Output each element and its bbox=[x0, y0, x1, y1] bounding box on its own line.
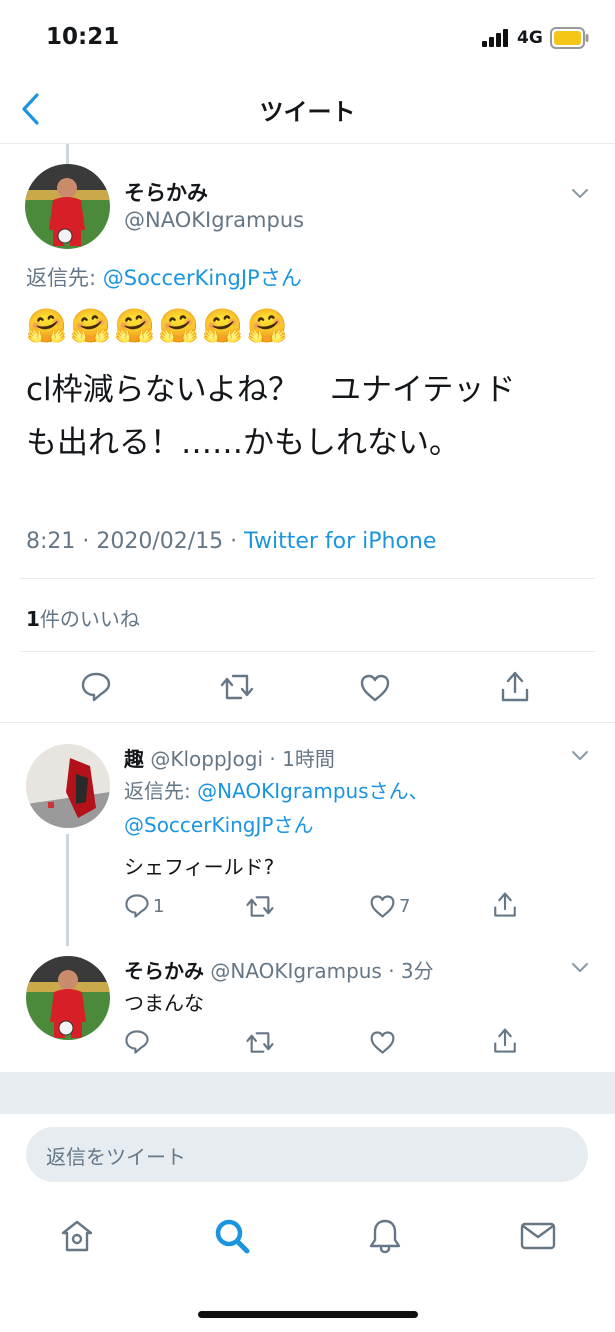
reply-count: 1 bbox=[153, 895, 165, 917]
handle-and-time[interactable]: @NAOKIgrampus · 3分 bbox=[210, 959, 433, 983]
divider bbox=[20, 578, 595, 579]
thread-line bbox=[66, 834, 69, 946]
display-name[interactable]: 趣 bbox=[124, 747, 144, 771]
reply-prefix: 返信先: bbox=[26, 266, 103, 290]
retweet-icon bbox=[220, 674, 254, 700]
reply-to-link[interactable]: @SoccerKingJPさん bbox=[103, 266, 302, 290]
chevron-down-icon bbox=[572, 963, 588, 972]
reply-text: つまんな bbox=[124, 991, 204, 1015]
tweet-timestamp: 8:21 · 2020/02/15 · Twitter for iPhone bbox=[26, 529, 436, 554]
status-time: 10:21 bbox=[46, 24, 120, 50]
header-divider bbox=[0, 143, 615, 144]
share-icon bbox=[494, 1028, 516, 1053]
reply-button[interactable] bbox=[80, 671, 112, 703]
reply-button[interactable] bbox=[124, 1029, 150, 1055]
like-count: 7 bbox=[399, 896, 411, 917]
like-icon bbox=[370, 1031, 395, 1054]
tweet-menu-button[interactable] bbox=[571, 962, 589, 974]
emoji-line: 🤗🤗🤗🤗🤗🤗 bbox=[26, 306, 291, 345]
source-link[interactable]: Twitter for iPhone bbox=[244, 529, 436, 554]
like-button[interactable]: 7 bbox=[369, 894, 410, 919]
likes-label: 件のいいね bbox=[39, 607, 140, 631]
divider bbox=[20, 651, 595, 652]
tweet-text-line-2: も出れる！……かもしれない。 bbox=[26, 425, 460, 461]
tab-home[interactable] bbox=[59, 1218, 95, 1254]
retweet-icon bbox=[246, 1032, 274, 1053]
like-icon bbox=[370, 895, 395, 918]
reply-header: そらかみ @NAOKIgrampus · 3分 bbox=[124, 955, 434, 984]
handle-and-time[interactable]: @KloppJogi · 1時間 bbox=[150, 747, 334, 771]
tab-search[interactable] bbox=[213, 1217, 251, 1255]
like-icon bbox=[360, 674, 390, 702]
search-icon bbox=[215, 1219, 250, 1254]
reply-context: 返信先: @SoccerKingJPさん bbox=[26, 262, 302, 292]
share-button[interactable] bbox=[499, 670, 531, 704]
page-title: ツイート bbox=[259, 98, 356, 126]
like-button[interactable] bbox=[369, 1030, 396, 1055]
retweet-button[interactable] bbox=[245, 1030, 275, 1055]
network-label: 4G bbox=[517, 28, 543, 48]
share-icon bbox=[501, 671, 529, 702]
user-handle[interactable]: @NAOKIgrampus bbox=[124, 208, 304, 232]
composer-placeholder: 返信をツイート bbox=[46, 1145, 186, 1169]
retweet-button[interactable] bbox=[245, 894, 278, 919]
likes-summary[interactable]: 1件のいいね bbox=[26, 603, 140, 632]
avatar[interactable] bbox=[25, 164, 110, 249]
reply-icon bbox=[125, 1030, 149, 1054]
share-icon bbox=[494, 892, 516, 917]
thread-line bbox=[66, 144, 69, 164]
display-name[interactable]: そらかみ bbox=[124, 177, 208, 207]
tab-notifications[interactable] bbox=[367, 1217, 403, 1255]
share-button[interactable] bbox=[492, 1027, 518, 1055]
status-bar: 10:21 4G bbox=[0, 0, 615, 70]
notifications-icon bbox=[369, 1219, 401, 1254]
retweet-icon bbox=[246, 896, 274, 917]
reply-icon bbox=[81, 672, 111, 702]
timestamp-text: 8:21 · 2020/02/15 · bbox=[26, 529, 245, 554]
reply-header: 趣 @KloppJogi · 1時間 bbox=[124, 743, 335, 772]
chevron-down-icon bbox=[572, 189, 588, 198]
chevron-down-icon bbox=[572, 751, 588, 760]
messages-icon bbox=[520, 1222, 556, 1250]
reply-button[interactable]: 1 bbox=[124, 893, 164, 919]
reply-to-link[interactable]: @NAOKIgrampusさん、 bbox=[197, 779, 429, 803]
like-button[interactable] bbox=[359, 673, 391, 703]
reply-to-link[interactable]: @SoccerKingJPさん bbox=[124, 809, 313, 838]
retweet-button[interactable] bbox=[219, 672, 255, 702]
tweet-text-line-1: cl枠減らないよね？ ユナイテッド bbox=[26, 372, 516, 408]
section-spacer bbox=[0, 1072, 615, 1114]
section-divider bbox=[0, 722, 615, 723]
avatar[interactable] bbox=[26, 956, 110, 1040]
home-icon bbox=[61, 1220, 93, 1252]
likes-count: 1 bbox=[26, 607, 40, 631]
home-indicator[interactable] bbox=[198, 1311, 418, 1318]
reply-text: シェフィールド? bbox=[124, 855, 275, 879]
reply-composer-input[interactable]: 返信をツイート bbox=[26, 1127, 588, 1182]
tab-messages[interactable] bbox=[520, 1220, 556, 1252]
tweet-menu-button[interactable] bbox=[571, 750, 589, 762]
reply-prefix: 返信先: bbox=[124, 779, 198, 803]
reply-icon bbox=[125, 894, 149, 918]
avatar[interactable] bbox=[26, 744, 110, 828]
tweet-menu-button[interactable] bbox=[571, 188, 589, 200]
signal-icon bbox=[482, 29, 510, 47]
display-name[interactable]: そらかみ bbox=[124, 959, 204, 983]
battery-icon bbox=[550, 27, 590, 49]
reply-context: 返信先: @NAOKIgrampusさん、 bbox=[124, 775, 429, 804]
share-button[interactable] bbox=[492, 891, 518, 919]
